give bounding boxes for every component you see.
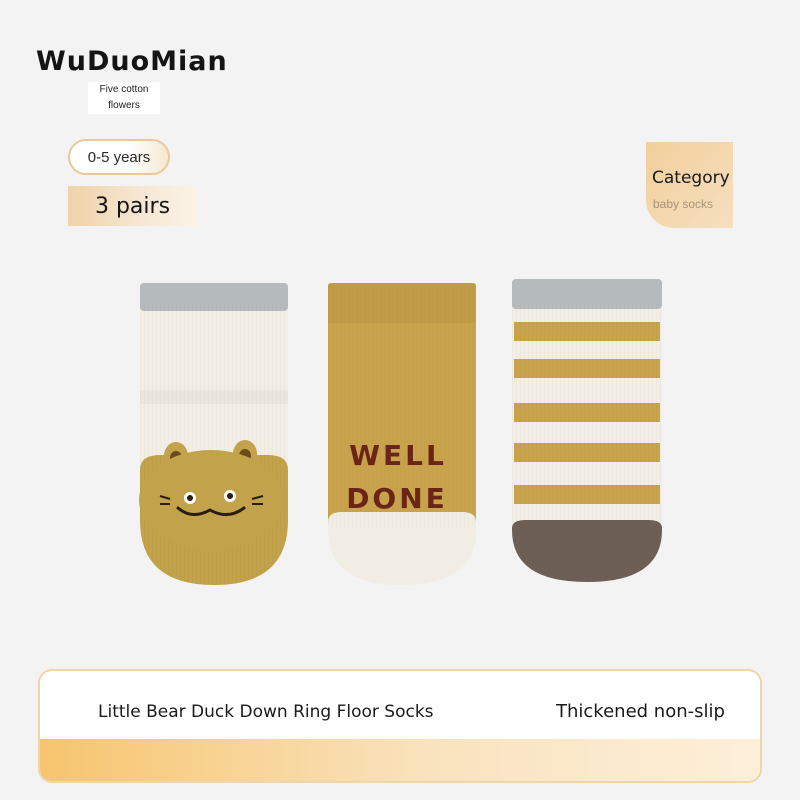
well-done-line1: WELL (349, 439, 447, 472)
well-done-sock: WELL DONE (328, 283, 476, 585)
product-feature: Thickened non-slip (556, 701, 725, 722)
product-info-bar: Little Bear Duck Down Ring Floor Socks T… (38, 669, 762, 783)
bear-face-sock (139, 283, 288, 585)
info-bar-gradient (40, 739, 760, 781)
well-done-line2: DONE (346, 482, 448, 515)
socks-photo: WELL DONE (139, 279, 662, 585)
product-name: Little Bear Duck Down Ring Floor Socks (98, 702, 434, 722)
striped-sock (512, 279, 662, 582)
